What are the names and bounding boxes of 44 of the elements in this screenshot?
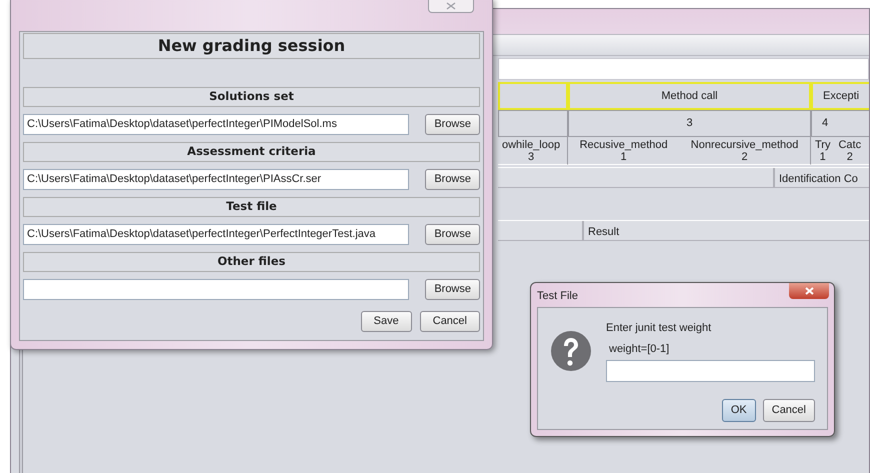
save-button[interactable]: Save xyxy=(360,311,412,332)
column-header: Result xyxy=(583,221,624,240)
column-header xyxy=(498,82,568,110)
column-header: Excepti xyxy=(811,82,869,110)
browse-button[interactable]: Browse xyxy=(425,224,480,245)
section-label: Test file xyxy=(23,197,480,217)
cancel-button[interactable]: Cancel xyxy=(762,399,815,422)
close-button[interactable] xyxy=(428,0,474,13)
criterion-value: 3 xyxy=(528,151,534,163)
path-field[interactable] xyxy=(23,279,410,300)
path-field[interactable]: C:\Users\Fatima\Desktop\dataset\perfectInteger\PIAssCr.ser xyxy=(23,169,410,190)
criterion-name: Recusive_method xyxy=(580,139,668,151)
question-icon xyxy=(550,330,592,372)
hint-text: weight=[0-1] xyxy=(609,342,670,356)
section-label: Solutions set xyxy=(23,87,480,107)
browse-button[interactable]: Browse xyxy=(425,169,480,190)
dialog-heading: New grading session xyxy=(23,33,480,59)
section-label: Other files xyxy=(23,252,480,272)
text-field[interactable] xyxy=(498,58,869,80)
weight-field[interactable] xyxy=(606,360,815,382)
section-label: Assessment criteria xyxy=(23,142,480,162)
close-icon xyxy=(804,287,814,295)
criterion-name: Try xyxy=(815,139,830,151)
criterion-value: 2 xyxy=(742,151,748,163)
window-title: Test File xyxy=(537,289,578,304)
table-cell: 3 xyxy=(568,110,811,137)
criterion-value: 1 xyxy=(620,151,627,163)
criterion-name: Catc xyxy=(838,139,862,151)
column-header: Identification Co xyxy=(774,168,862,187)
criterion-value: 2 xyxy=(846,151,853,163)
close-button[interactable] xyxy=(789,283,829,299)
cancel-button[interactable]: Cancel xyxy=(420,311,480,332)
prompt-text: Enter junit test weight xyxy=(606,321,712,336)
column-header: Method call xyxy=(568,82,811,110)
criterion-name: Nonrecursive_method xyxy=(690,139,798,151)
ok-button[interactable]: OK xyxy=(722,399,756,422)
browse-button[interactable]: Browse xyxy=(425,279,480,300)
browse-button[interactable]: Browse xyxy=(425,114,480,135)
path-field[interactable]: C:\Users\Fatima\Desktop\dataset\perfectInteger\PIModelSol.ms xyxy=(23,114,410,135)
close-icon xyxy=(446,2,456,10)
path-field[interactable]: C:\Users\Fatima\Desktop\dataset\perfectInteger\PerfectIntegerTest.java xyxy=(23,224,410,245)
criterion-value: 1 xyxy=(820,151,826,163)
criterion-name: owhile_loop xyxy=(502,139,560,151)
table-cell: 4 xyxy=(811,110,869,137)
